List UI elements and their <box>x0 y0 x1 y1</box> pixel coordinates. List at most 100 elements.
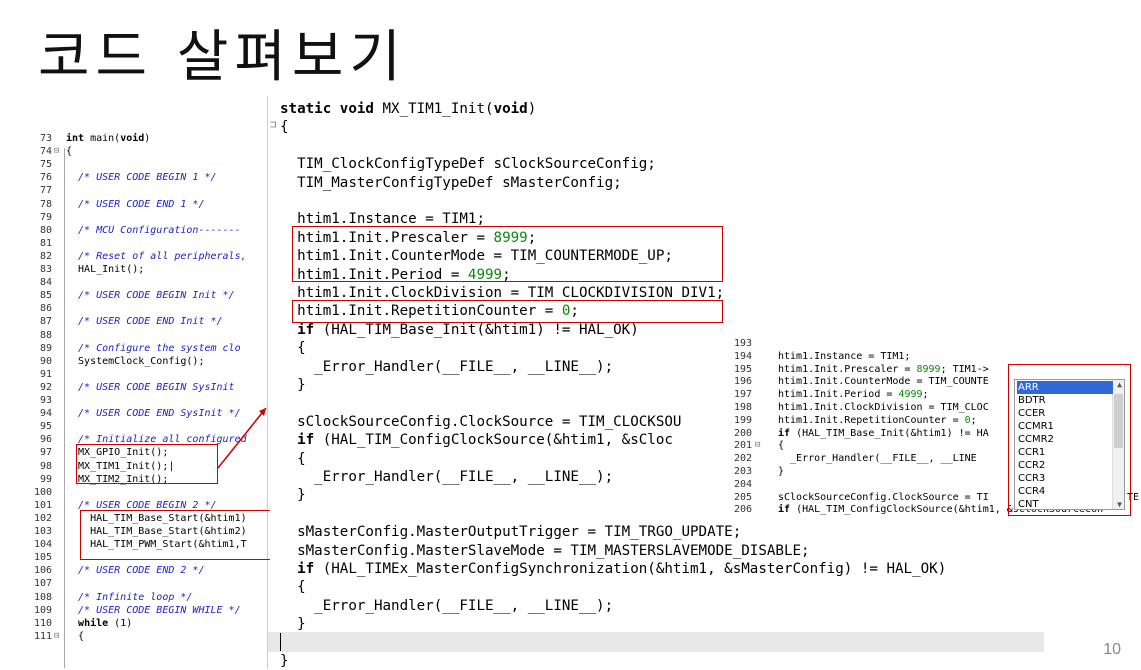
line-number: 92 <box>39 381 52 393</box>
line-number: 96 <box>39 434 52 446</box>
line-number: 100 <box>33 486 52 498</box>
line-number: 74 <box>39 146 52 158</box>
code-text: htim1.Init.ClockDivision = TIM_CLOC <box>778 402 989 413</box>
code-line: TIM_MasterConfigTypeDef sMasterConfig; <box>280 174 622 191</box>
code-text: /* USER CODE END 1 */ <box>66 198 205 210</box>
highlight-box-repetition <box>292 300 723 323</box>
line-number: 109 <box>33 604 52 616</box>
line-number: 79 <box>39 211 52 223</box>
highlight-box-init-calls <box>76 444 218 484</box>
gutter-divider <box>64 148 65 668</box>
line-number: 197 <box>733 389 752 401</box>
text-caret <box>280 633 281 651</box>
code-text: while (1) <box>78 617 133 629</box>
code-text: sClockSourceConfig.ClockSource = TI <box>778 491 989 503</box>
code-text: htim1.Init.CounterMode = TIM_COUNTE <box>778 376 989 388</box>
code-line: } <box>280 487 306 504</box>
line-number: 89 <box>39 342 52 354</box>
code-text: _Error_Handler(__FILE__, __LINE <box>778 453 977 465</box>
line-number: 84 <box>39 277 52 289</box>
line-number: 90 <box>39 355 52 367</box>
line-number: 85 <box>39 290 52 302</box>
line-number: 206 <box>733 504 752 516</box>
line-number: 91 <box>39 368 52 380</box>
code-text: htim1.Init.RepetitionCounter = 0; <box>778 414 977 426</box>
page-number: 10 <box>1103 641 1121 658</box>
line-number: 106 <box>33 565 52 577</box>
line-number: 198 <box>733 402 752 413</box>
code-line: { <box>280 340 306 357</box>
code-text: /* Reset of all peripherals, <box>66 250 247 262</box>
line-number: 93 <box>39 395 52 406</box>
line-number: 104 <box>33 539 52 551</box>
code-line: { <box>280 450 306 467</box>
code-text: /* USER CODE END Init */ <box>66 316 223 328</box>
fold-toggle-icon[interactable]: ⊟ <box>54 630 59 643</box>
line-number: 203 <box>733 466 752 477</box>
line-number: 199 <box>733 414 752 426</box>
code-text: } <box>778 466 785 477</box>
line-number: 75 <box>39 159 52 171</box>
code-line: TIM_ClockConfigTypeDef sClockSourceConfi… <box>280 156 656 173</box>
fold-toggle-icon[interactable]: ⊟ <box>755 439 760 452</box>
code-line: sMasterConfig.MasterOutputTrigger = TIM_… <box>280 524 742 541</box>
code-text: HAL_Init(); <box>66 264 145 275</box>
code-text: if (HAL_TIM_Base_Init(&htim1) != HA <box>778 427 989 439</box>
code-line: _Error_Handler(__FILE__, __LINE__); <box>280 597 614 614</box>
code-text: SystemClock_Config(); <box>66 355 205 367</box>
line-number: 80 <box>39 224 52 236</box>
code-text: /* USER CODE BEGIN WHILE */ <box>66 604 241 616</box>
code-line: { <box>280 579 306 596</box>
line-number: 103 <box>33 526 52 537</box>
line-number: 204 <box>733 478 752 490</box>
fold-toggle-icon[interactable]: ⊟ <box>54 145 59 158</box>
code-line: } <box>280 653 289 669</box>
line-number: 202 <box>733 453 752 465</box>
code-text: htim1.Init.Prescaler = 8999; TIM1-> <box>778 363 989 375</box>
code-text: htim1.Instance = TIM1; <box>778 350 911 362</box>
left-code-editor: 73 int main(void) 74 ⊟{75 76 /* USER CODE BE… <box>26 128 270 669</box>
line-number: 194 <box>733 350 752 362</box>
line-number: 193 <box>733 338 752 349</box>
code-text: htim1.Init.Period = 4999; <box>778 389 929 401</box>
fold-toggle-icon[interactable]: ⊐ <box>270 118 277 131</box>
code-text: /* Infinite loop */ <box>66 591 193 603</box>
code-line: } <box>280 377 306 393</box>
line-number: 97 <box>39 447 52 459</box>
highlight-box-timer-params <box>292 226 723 282</box>
code-line: { <box>280 119 289 136</box>
line-number: 201 <box>733 440 752 452</box>
line-number: 195 <box>733 363 752 375</box>
code-line: _Error_Handler(__FILE__, __LINE__); <box>280 469 614 485</box>
line-number: 108 <box>33 591 52 603</box>
line-number: 82 <box>39 250 52 262</box>
line-number: 73 <box>39 133 52 144</box>
line-number: 86 <box>39 303 52 315</box>
code-text: { <box>66 146 73 158</box>
code-line: sMasterConfig.MasterSlaveMode = TIM_MAST… <box>280 542 810 559</box>
code-text: /* Configure the system clo <box>66 342 241 354</box>
code-text: /* USER CODE BEGIN SysInit <box>66 381 235 393</box>
code-line: } <box>280 616 306 633</box>
line-number: 111 <box>33 630 52 642</box>
line-number: 99 <box>39 473 52 485</box>
line-number: 110 <box>33 617 52 629</box>
line-number: 101 <box>33 499 52 511</box>
code-text: /* MCU Configuration------- <box>66 224 241 236</box>
code-line: if (HAL_TIMEx_MasterConfigSynchronizatio… <box>297 561 947 577</box>
line-number: 81 <box>39 237 52 249</box>
code-line: if (HAL_TIM_ConfigClockSource(&htim1, &s… <box>297 432 673 449</box>
line-number: 105 <box>33 552 52 564</box>
highlight-box-start-calls <box>80 510 270 560</box>
line-number: 94 <box>39 408 52 420</box>
line-number: 76 <box>39 172 52 184</box>
code-text: /* USER CODE BEGIN 1 */ <box>66 172 217 184</box>
highlight-box-autocomplete <box>1008 364 1131 516</box>
code-text: /* USER CODE BEGIN Init */ <box>66 290 235 302</box>
code-line: _Error_Handler(__FILE__, __LINE__); <box>280 358 614 375</box>
line-number: 205 <box>733 491 752 503</box>
line-number: 78 <box>39 198 52 210</box>
code-text: /* USER CODE END 2 */ <box>66 565 205 577</box>
code-line: sClockSourceConfig.ClockSource = TIM_CLO… <box>280 413 682 430</box>
code-line: static void MX_TIM1_Init(void) <box>280 101 537 117</box>
